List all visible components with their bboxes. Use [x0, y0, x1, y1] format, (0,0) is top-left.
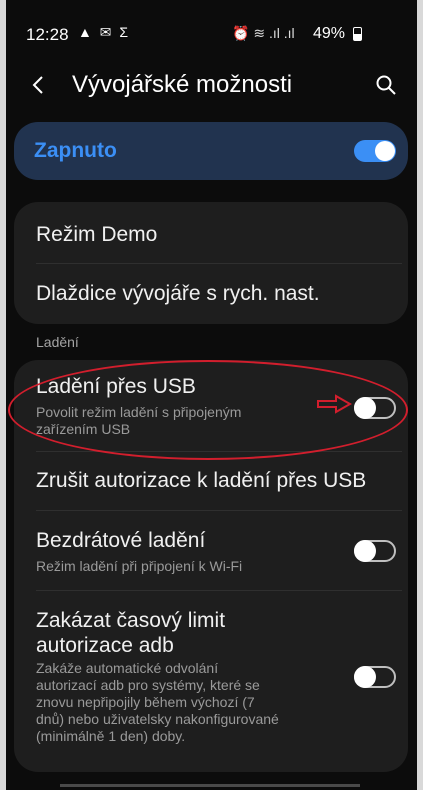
app-bar: Vývojářské možnosti — [0, 60, 423, 112]
wireless-debugging-title[interactable]: Bezdrátové ladění — [36, 529, 205, 553]
settings-group-demo: Režim Demo Dlaždice vývojáře s rych. nas… — [14, 202, 408, 324]
adb-timeout-desc-4: dnů) nebo uživatelsky nakonfigurované — [36, 711, 279, 727]
battery-percentage: 49% — [313, 25, 346, 42]
adb-timeout-desc-3: znovu nepřipojily během výchozí (7 — [36, 694, 255, 710]
page-title: Vývojářské možnosti — [72, 71, 293, 98]
adb-timeout-desc-2: autorizací adb pro systémy, které se — [36, 677, 260, 693]
demo-mode-item[interactable]: Režim Demo — [36, 223, 157, 247]
master-toggle[interactable] — [354, 140, 396, 162]
master-switch-card[interactable]: Zapnuto — [14, 122, 408, 180]
status-time: 12:28 — [26, 25, 69, 44]
section-header-debugging: Ladění — [36, 334, 79, 350]
connectivity-icons: ⏰ ≋ .ıl .ıl — [232, 25, 295, 41]
divider — [36, 263, 402, 264]
highlight-arrow-icon — [317, 394, 352, 414]
wireless-debugging-toggle[interactable] — [354, 540, 396, 562]
battery-icon — [353, 27, 362, 41]
toggle-knob — [354, 666, 376, 688]
notification-icons: ▲ ✉ Σ — [78, 24, 131, 40]
master-switch-label: Zapnuto — [34, 139, 117, 162]
toggle-knob — [354, 540, 376, 562]
divider — [36, 510, 402, 511]
developer-tiles-item[interactable]: Dlaždice vývojáře s rych. nast. — [36, 282, 320, 306]
divider — [36, 590, 402, 591]
toggle-knob — [375, 141, 395, 161]
adb-timeout-title-2[interactable]: autorizace adb — [36, 634, 174, 658]
adb-timeout-desc-1: Zakáže automatické odvolání — [36, 660, 219, 676]
navigation-bar — [60, 784, 360, 787]
adb-timeout-toggle[interactable] — [354, 666, 396, 688]
wireless-debugging-subtitle: Režim ladění při připojení k Wi-Fi — [36, 558, 243, 574]
back-arrow-icon[interactable] — [28, 74, 50, 96]
revoke-usb-authorizations-item[interactable]: Zrušit autorizace k ladění přes USB — [36, 469, 366, 493]
search-icon[interactable] — [374, 73, 398, 97]
adb-timeout-title-1[interactable]: Zakázat časový limit — [36, 609, 225, 633]
adb-timeout-desc-5: (minimálně 1 den) doby. — [36, 728, 186, 744]
status-bar: 12:28 ▲ ✉ Σ ⏰ ≋ .ıl .ıl 49% — [0, 0, 423, 60]
